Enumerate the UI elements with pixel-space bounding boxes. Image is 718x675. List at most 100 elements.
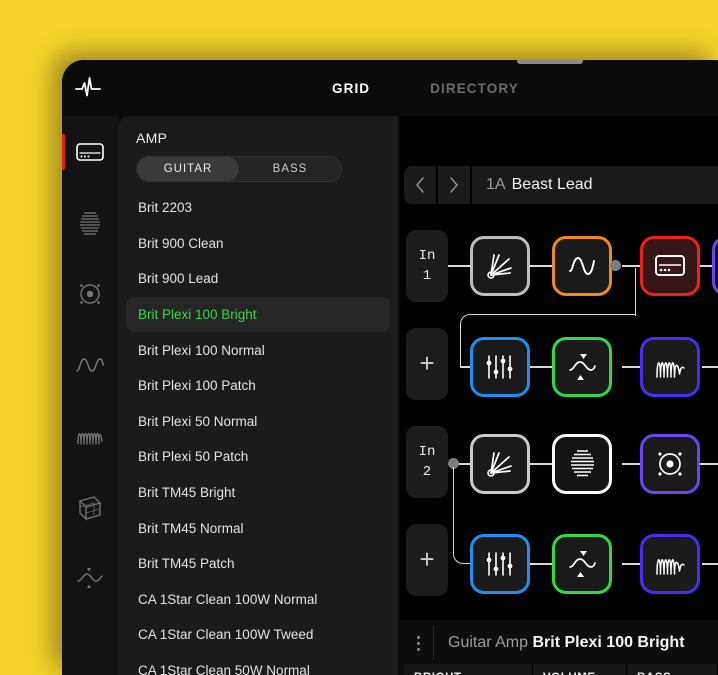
parameter-title: Guitar Amp Brit Plexi 100 Bright [434,634,685,652]
segment-bass[interactable]: BASS [239,157,341,181]
sine-wave-icon [75,353,105,377]
chevron-left-icon[interactable] [404,166,436,204]
list-item[interactable]: Brit 900 Clean [126,226,390,262]
browser-panel: AMP GUITAR BASS Brit 2203 Brit 900 Clean… [118,116,398,675]
wire [530,463,552,465]
amp-feedback-icon [487,254,512,279]
tab-grid[interactable]: GRID [332,81,370,96]
split-node-dot[interactable] [610,260,621,271]
preset-navigation-row: 1A Beast Lead [404,166,718,204]
list-item[interactable]: Brit Plexi 100 Normal [126,332,390,368]
amp-feedback-icon [487,452,512,477]
preset-number: 1A [486,176,506,193]
list-item[interactable]: Brit TM45 Bright [126,475,390,511]
grid-node-eq-1[interactable] [470,337,530,397]
amp-head-icon [655,255,685,276]
amp-head-icon [76,142,104,162]
browser-title: AMP [136,130,168,146]
grid-node-eq-2[interactable] [470,534,530,594]
main-tabs: GRID DIRECTORY [332,60,519,116]
add-row-button-1[interactable]: + [406,328,448,400]
wire [622,265,640,267]
speaker-cab-icon [76,210,104,236]
wire [530,563,552,565]
list-item[interactable]: CA 1Star Clean 100W Normal [126,582,390,618]
wire [530,265,552,267]
list-item[interactable]: CA 1Star Clean 50W Normal [126,653,390,675]
list-item[interactable]: CA 1Star Clean 100W Tweed [126,617,390,653]
parameter-panel: Guitar Amp Brit Plexi 100 Bright BRIGHT … [400,620,718,675]
top-bar: GRID DIRECTORY [62,60,718,116]
tremolo-wave-icon [569,354,596,380]
list-item[interactable]: Brit 900 Lead [126,261,390,297]
param-cell-bright: BRIGHT On [404,664,533,675]
grid-node-mic-2[interactable] [640,434,700,494]
grid-node-amp-feedback[interactable] [470,236,530,296]
microphone-target-icon [658,452,682,476]
grid-node-tremolo-1[interactable] [552,337,612,397]
preset-title: Beast Lead [511,176,593,193]
wire [612,268,636,316]
page-root: GRID DIRECTORY AMP GUITAR BASS Brit 2203… [0,0,718,675]
grid-node-cabinet[interactable] [552,434,612,494]
grid-node-mic[interactable] [712,236,718,296]
param-cell-bass: BASS [626,664,718,675]
grid-node-drive[interactable] [552,236,612,296]
guitar-bass-segmented-control: GUITAR BASS [136,156,342,182]
tab-directory[interactable]: DIRECTORY [430,81,519,96]
add-row-button-2[interactable]: + [406,524,448,596]
list-item[interactable]: Brit Plexi 50 Normal [126,404,390,440]
wire [622,563,640,565]
input-label-line1: In [418,247,436,264]
segment-guitar[interactable]: GUITAR [137,157,239,181]
comb-filter-icon [656,559,685,575]
list-item-selected[interactable]: Brit Plexi 100 Bright [126,296,390,333]
sine-wave-icon [569,257,595,275]
eq-sliders-icon [486,552,513,576]
list-item[interactable]: Brit 2203 [126,190,390,226]
grid-node-comb-2[interactable] [640,534,700,594]
rail-item-microphone[interactable] [62,258,118,329]
kebab-menu-icon[interactable] [404,626,434,660]
active-tab-indicator [517,60,583,64]
block-name-label: Brit Plexi 100 Bright [532,634,685,651]
rail-item-space[interactable] [62,471,118,542]
grid-node-amp-feedback-2[interactable] [470,434,530,494]
rail-item-cabinet[interactable] [62,187,118,258]
input-block-1[interactable]: In 1 [406,230,448,302]
param-cell-volume: VOLUME [532,664,627,675]
grid-node-amp[interactable] [640,236,700,296]
microphone-target-icon [76,280,104,308]
wire [622,366,640,368]
wire [702,366,718,368]
tremolo-wave-icon [75,565,105,591]
main-area: 1A Beast Lead In 1 + In 2 + Guitar Amp B… [400,116,718,675]
wire [622,463,640,465]
parameter-cells: BRIGHT On VOLUME [404,664,718,675]
comb-filter-icon [656,362,685,378]
rail-item-amp[interactable] [62,116,118,187]
speaker-cab-icon [571,450,594,477]
input-label-line2: 2 [422,464,432,480]
list-item[interactable]: Brit TM45 Normal [126,510,390,546]
grid-node-comb-1[interactable] [640,337,700,397]
comb-filter-icon [75,424,105,448]
list-item[interactable]: Brit TM45 Patch [126,546,390,582]
chevron-right-icon[interactable] [438,166,470,204]
list-item[interactable]: Brit Plexi 50 Patch [126,439,390,475]
preset-name-bar[interactable]: 1A Beast Lead [472,166,718,204]
list-item[interactable]: Brit Plexi 100 Patch [126,368,390,404]
input-block-2[interactable]: In 2 [406,426,448,498]
wire [702,563,718,565]
block-type-label: Guitar Amp [448,634,529,651]
rail-item-drive[interactable] [62,329,118,400]
tremolo-wave-icon [569,551,596,577]
amp-list[interactable]: Brit 2203 Brit 900 Clean Brit 900 Lead B… [126,190,390,675]
rail-item-comb[interactable] [62,400,118,471]
category-rail [62,116,118,675]
app-window: GRID DIRECTORY AMP GUITAR BASS Brit 2203… [62,60,718,675]
parameter-header: Guitar Amp Brit Plexi 100 Bright [404,626,716,660]
waveform-pulse-icon[interactable] [72,72,104,104]
rail-item-modulation[interactable] [62,542,118,613]
grid-node-tremolo-2[interactable] [552,534,612,594]
